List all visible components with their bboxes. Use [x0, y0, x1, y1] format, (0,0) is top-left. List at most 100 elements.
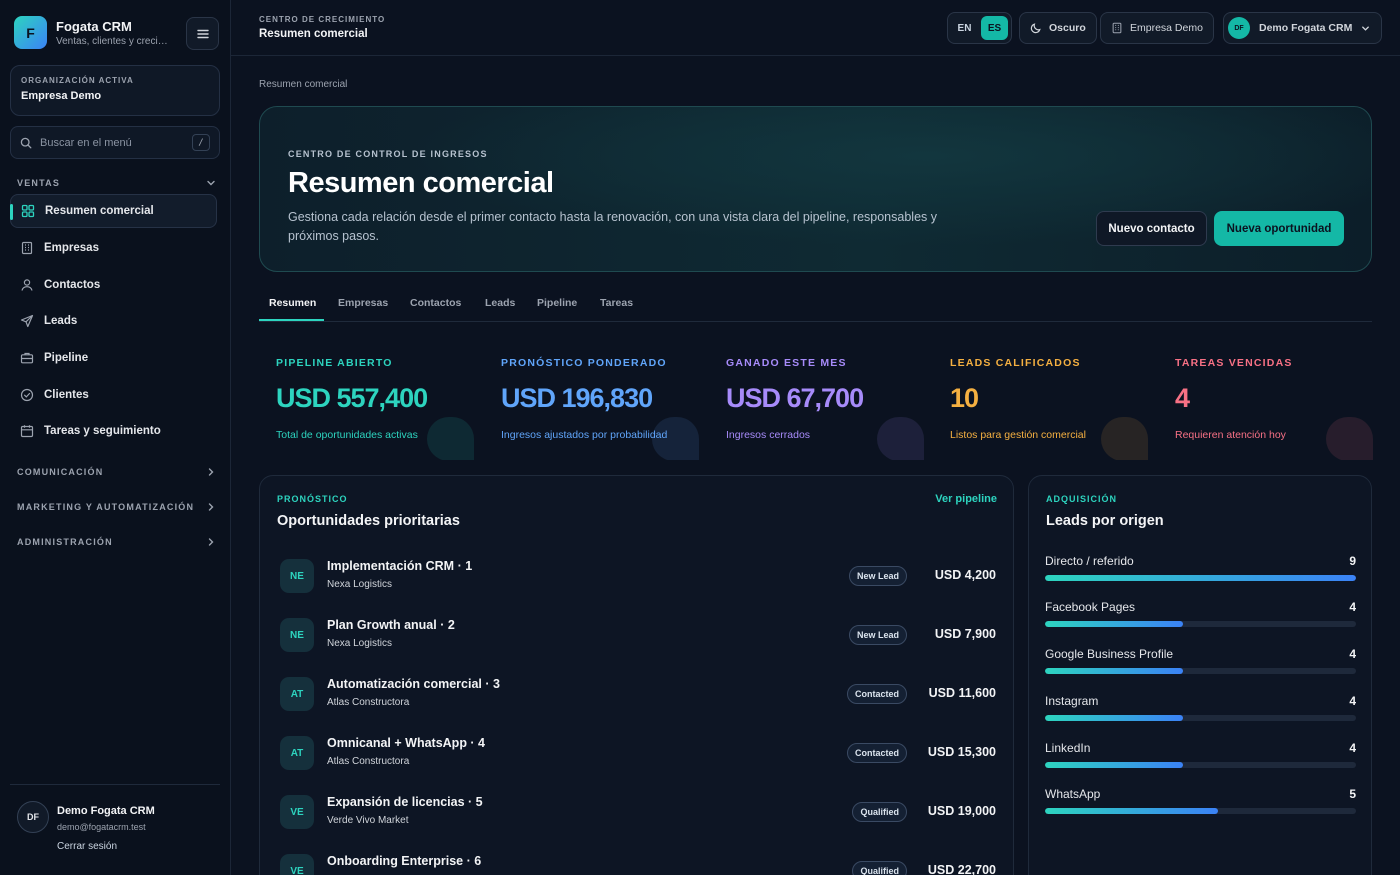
hero-description: Gestiona cada relación desde el primer c… — [288, 210, 937, 243]
tab-tareas[interactable]: Tareas — [600, 297, 633, 309]
sidebar-item-resumen-comercial[interactable]: Resumen comercial — [10, 194, 217, 228]
opportunity-title: Expansión de licencias · 5 — [327, 795, 483, 809]
building-icon — [20, 241, 34, 255]
kpi-pipeline-abierto: PIPELINE ABIERTO USD 557,400 Total de op… — [259, 340, 474, 460]
kpi-subtitle: Ingresos cerrados — [726, 429, 811, 441]
source-bar-fill — [1045, 762, 1184, 768]
tab-empresas[interactable]: Empresas — [338, 297, 388, 309]
source-row: Google Business Profile 4 — [1045, 647, 1356, 677]
brand[interactable]: F Fogata CRM Ventas, clientes y crecimie… — [14, 16, 176, 49]
sidebar-item-empresas[interactable]: Empresas — [10, 231, 217, 265]
kpi-pronostico-ponderado: PRONÓSTICO PONDERADO USD 196,830 Ingreso… — [484, 340, 699, 460]
logout-link[interactable]: Cerrar sesión — [57, 841, 117, 852]
org-label: ORGANIZACIÓN ACTIVA — [21, 76, 134, 85]
list-item[interactable]: AT Omnicanal + WhatsApp · 4 Atlas Constr… — [280, 733, 996, 773]
tab-contactos[interactable]: Contactos — [410, 297, 461, 309]
opportunity-amount: USD 7,900 — [934, 627, 996, 641]
tab-resumen[interactable]: Resumen — [269, 297, 316, 309]
source-row: Instagram 4 — [1045, 694, 1356, 724]
opportunity-amount: USD 19,000 — [927, 804, 996, 818]
source-count: 9 — [1349, 554, 1356, 568]
source-bar-track — [1045, 668, 1356, 674]
source-name: Facebook Pages — [1045, 600, 1136, 614]
source-bar-fill — [1045, 575, 1356, 581]
active-organization[interactable]: ORGANIZACIÓN ACTIVA Empresa Demo — [10, 65, 220, 116]
new-contact-button[interactable]: Nuevo contacto — [1096, 211, 1207, 246]
company-avatar: AT — [280, 677, 314, 711]
kpi-value: USD 557,400 — [276, 383, 428, 413]
topbar-eyebrow: CENTRO DE CRECIMIENTO — [259, 15, 386, 24]
opportunity-title: Omnicanal + WhatsApp · 4 — [327, 736, 486, 750]
status-badge: New Lead — [848, 566, 907, 586]
kpi-label: LEADS CALIFICADOS — [950, 357, 1081, 369]
sidebar-item-pipeline[interactable]: Pipeline — [10, 341, 217, 375]
sidebar-divider — [10, 784, 220, 785]
user-email: demo@fogatacrm.test — [57, 822, 146, 832]
view-pipeline-link[interactable]: Ver pipeline — [935, 493, 997, 505]
kpi-value: 4 — [1175, 383, 1190, 413]
company-avatar: AT — [280, 736, 314, 770]
tab-pipeline[interactable]: Pipeline — [537, 297, 577, 309]
new-opportunity-button[interactable]: Nueva oportunidad — [1214, 211, 1344, 246]
kpi-decoration — [1101, 417, 1148, 460]
sidebar-item-tareas[interactable]: Tareas y seguimiento — [10, 414, 217, 448]
search-input[interactable] — [40, 136, 180, 149]
source-count: 4 — [1349, 600, 1356, 614]
section-marketing[interactable]: MARKETING Y AUTOMATIZACIÓN — [17, 501, 217, 513]
sidebar-item-label: Tareas y seguimiento — [44, 425, 161, 437]
status-badge: Qualified — [852, 861, 907, 875]
source-row: WhatsApp 5 — [1045, 787, 1356, 817]
menu-search[interactable]: / — [10, 126, 220, 159]
page-title: Resumen comercial — [259, 28, 368, 40]
list-item[interactable]: NE Implementación CRM · 1 Nexa Logistics… — [280, 556, 996, 596]
list-item[interactable]: NE Plan Growth anual · 2 Nexa Logistics … — [280, 615, 996, 655]
lang-es-button[interactable]: ES — [981, 16, 1008, 40]
source-bar-fill — [1045, 621, 1184, 627]
opportunity-title: Implementación CRM · 1 — [327, 559, 473, 573]
source-row: Directo / referido 9 — [1045, 554, 1356, 584]
source-bar-fill — [1045, 668, 1184, 674]
avatar[interactable]: DF — [17, 801, 49, 833]
opportunity-company: Atlas Constructora — [327, 756, 410, 767]
theme-toggle-button[interactable]: Oscuro — [1019, 12, 1097, 44]
opportunity-amount: USD 4,200 — [934, 568, 996, 582]
sidebar-item-clientes[interactable]: Clientes — [10, 378, 217, 412]
section-administracion[interactable]: ADMINISTRACIÓN — [17, 536, 217, 548]
source-count: 4 — [1349, 647, 1356, 661]
company-avatar: NE — [280, 618, 314, 652]
menu-toggle-button[interactable] — [186, 17, 219, 50]
account-menu[interactable]: DF Demo Fogata CRM — [1223, 12, 1383, 44]
card-title: Leads por origen — [1046, 513, 1164, 529]
opportunity-amount: USD 22,700 — [927, 863, 996, 875]
lang-en-button[interactable]: EN — [951, 16, 978, 40]
list-item[interactable]: VE Expansión de licencias · 5 Verde Vivo… — [280, 792, 996, 832]
section-label: VENTAS — [17, 178, 61, 188]
source-name: Google Business Profile — [1045, 647, 1174, 661]
kpi-label: TAREAS VENCIDAS — [1175, 357, 1293, 369]
list-item[interactable]: VE Onboarding Enterprise · 6 Qualified U… — [280, 851, 996, 875]
app-name: Fogata CRM — [56, 18, 132, 34]
status-badge: Contacted — [846, 684, 907, 704]
sidebar-item-leads[interactable]: Leads — [10, 304, 217, 338]
list-item[interactable]: AT Automatización comercial · 3 Atlas Co… — [280, 674, 996, 714]
sidebar: F Fogata CRM Ventas, clientes y crecimie… — [0, 0, 231, 875]
tab-leads[interactable]: Leads — [485, 297, 515, 309]
source-count: 5 — [1349, 787, 1356, 801]
section-label: MARKETING Y AUTOMATIZACIÓN — [17, 502, 195, 512]
sidebar-item-contactos[interactable]: Contactos — [10, 268, 217, 302]
opportunity-company: Verde Vivo Market — [327, 815, 409, 826]
sidebar-item-label: Clientes — [44, 389, 89, 401]
section-comunicacion[interactable]: COMUNICACIÓN — [17, 466, 217, 478]
theme-label: Oscuro — [1049, 22, 1086, 34]
company-selector[interactable]: Empresa Demo — [1100, 12, 1214, 44]
kpi-tareas-vencidas: TAREAS VENCIDAS 4 Requieren atención hoy — [1158, 340, 1373, 460]
section-ventas[interactable]: VENTAS — [17, 177, 217, 189]
kpi-label: PRONÓSTICO PONDERADO — [501, 357, 667, 369]
tab-bar: Resumen Empresas Contactos Leads Pipelin… — [259, 290, 1372, 322]
building-icon — [1111, 22, 1123, 34]
opportunity-company: Nexa Logistics — [327, 638, 393, 649]
company-avatar: VE — [280, 795, 314, 829]
source-bar-track — [1045, 762, 1356, 768]
sidebar-item-label: Pipeline — [44, 352, 89, 364]
source-name: LinkedIn — [1045, 741, 1091, 755]
